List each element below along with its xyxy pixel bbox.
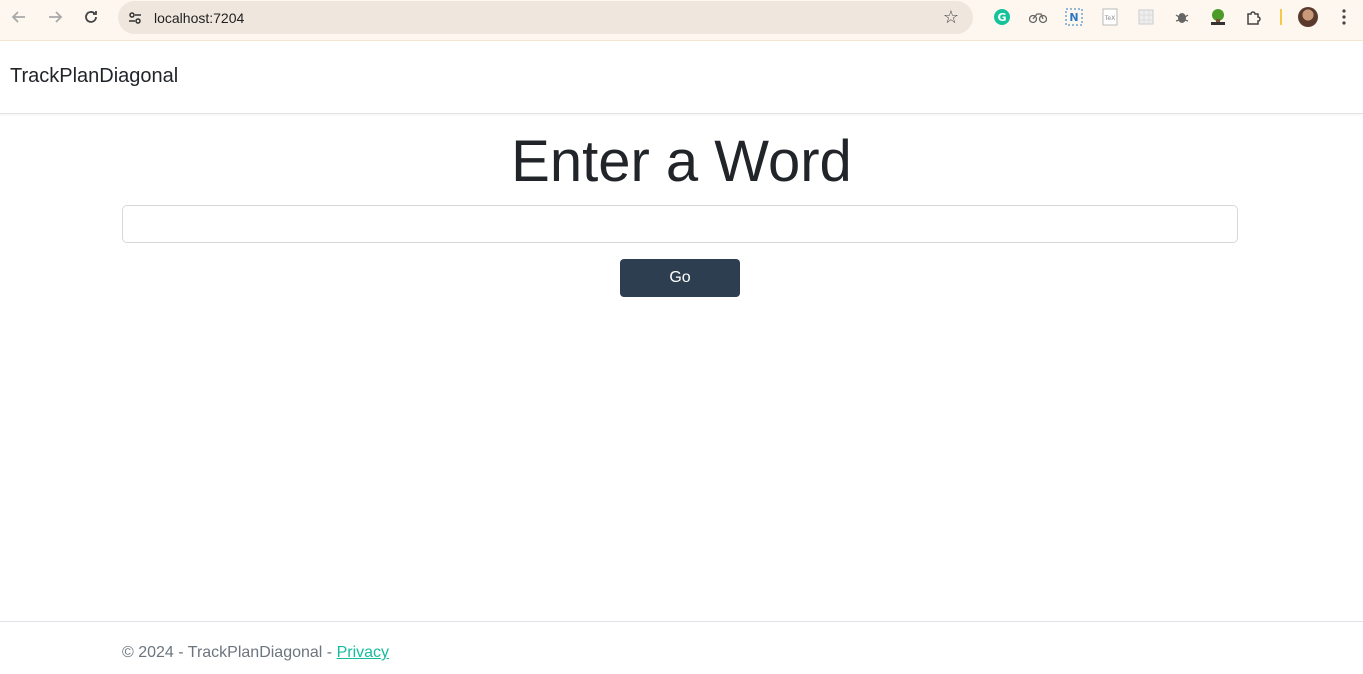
arrow-right-icon [49, 11, 63, 23]
chrome-menu-button[interactable] [1326, 0, 1362, 34]
n-extension-icon[interactable]: N [1056, 0, 1092, 34]
bookmark-star-icon[interactable]: ☆ [943, 7, 959, 28]
svg-text:G: G [997, 11, 1006, 24]
privacy-link[interactable]: Privacy [337, 644, 389, 661]
profile-avatar[interactable] [1290, 0, 1326, 34]
tune-icon [129, 11, 141, 24]
avatar [1298, 7, 1318, 27]
bike-extension-icon[interactable] [1020, 0, 1056, 34]
site-info-button[interactable] [120, 3, 150, 33]
app-navbar: TrackPlanDiagonal [0, 41, 1363, 114]
back-button[interactable] [1, 0, 37, 34]
html-tree-extension-icon[interactable] [1200, 0, 1236, 34]
grid-extension-icon[interactable] [1128, 0, 1164, 34]
extensions-bar: G N TeX [984, 0, 1362, 34]
toolbar-separator [1280, 9, 1282, 25]
kebab-menu-icon [1342, 9, 1346, 25]
brand-link[interactable]: TrackPlanDiagonal [10, 65, 178, 88]
footer-text: © 2024 - TrackPlanDiagonal - Privacy [122, 644, 389, 662]
puzzle-extensions-icon[interactable] [1236, 0, 1272, 34]
copyright-text: © 2024 - TrackPlanDiagonal - [122, 644, 337, 661]
page-title: Enter a Word [511, 129, 852, 194]
go-button[interactable]: Go [620, 259, 740, 297]
tex-extension-icon[interactable]: TeX [1092, 0, 1128, 34]
grammarly-extension-icon[interactable]: G [984, 0, 1020, 34]
reload-button[interactable] [73, 0, 109, 34]
svg-text:TeX: TeX [1104, 15, 1115, 22]
arrow-left-icon [11, 11, 25, 23]
url-text[interactable]: localhost:7204 [154, 10, 244, 26]
reload-icon [85, 11, 97, 23]
bug-extension-icon[interactable] [1164, 0, 1200, 34]
footer: © 2024 - TrackPlanDiagonal - Privacy [0, 621, 1363, 674]
forward-button[interactable] [37, 0, 73, 34]
word-input[interactable] [122, 205, 1238, 243]
browser-toolbar: localhost:7204 ☆ G N TeX [0, 0, 1363, 41]
address-bar[interactable]: localhost:7204 ☆ [118, 1, 973, 34]
svg-text:N: N [1069, 11, 1078, 24]
